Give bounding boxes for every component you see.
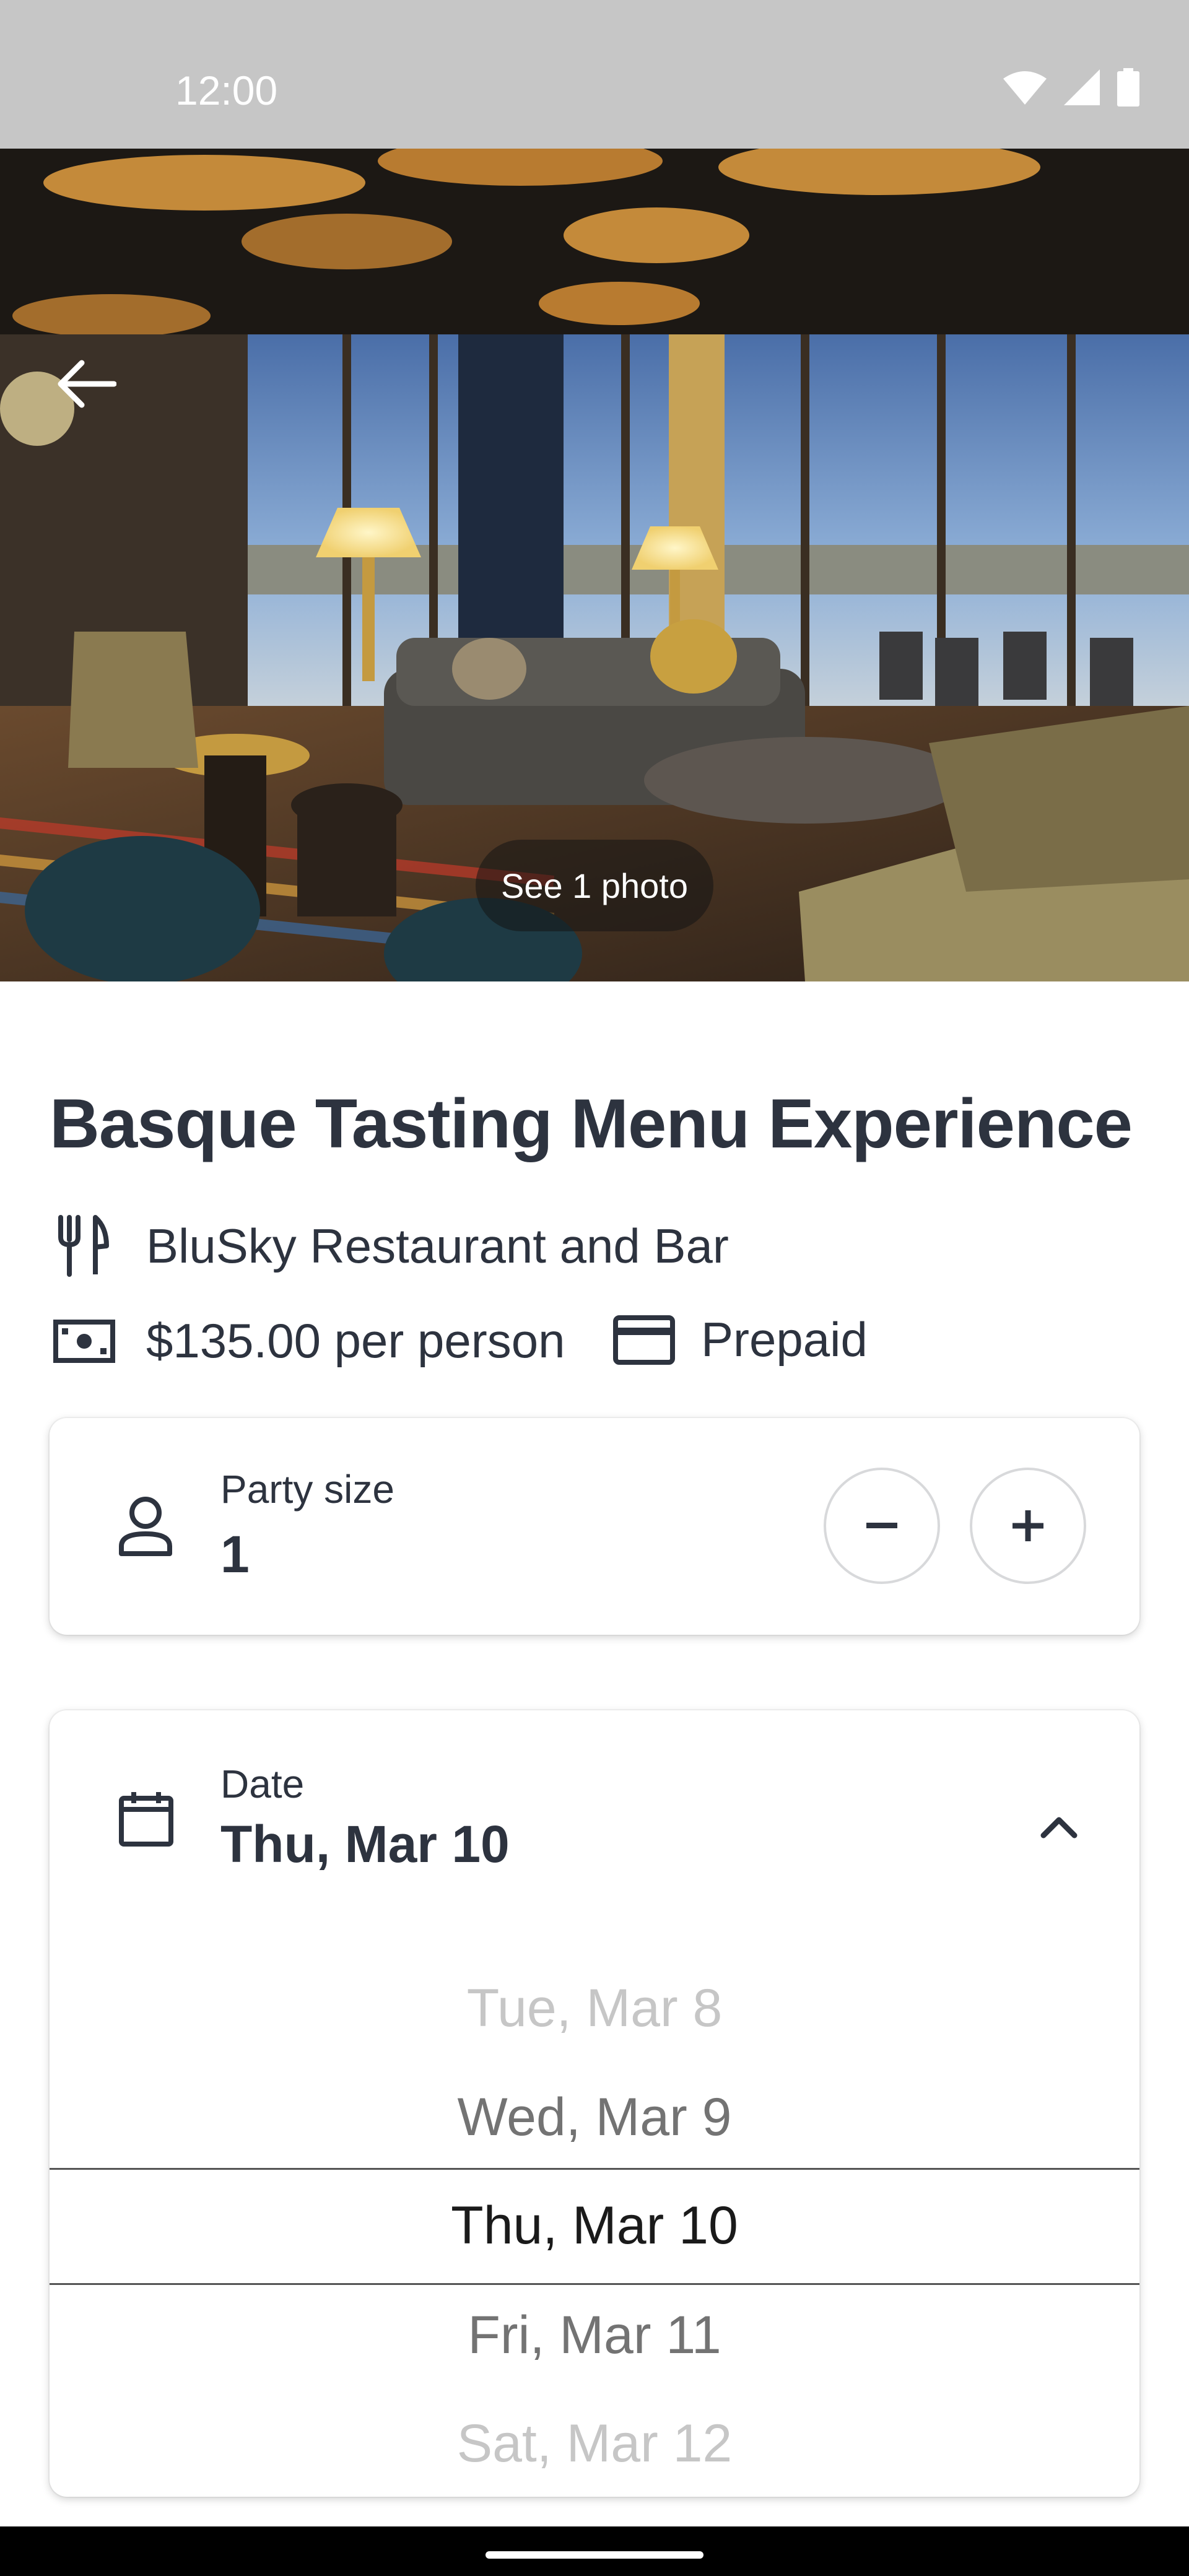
date-option[interactable]: Sat, Mar 12 [50, 2413, 1139, 2474]
price-text: $135.00 per person [146, 1313, 565, 1368]
restaurant-name: BluSky Restaurant and Bar [146, 1218, 729, 1273]
picker-divider-top [50, 2168, 1139, 2170]
party-size-card: Party size 1 [50, 1418, 1139, 1635]
fork-knife-icon [58, 1215, 109, 1277]
date-option[interactable]: Wed, Mar 9 [50, 2087, 1139, 2148]
status-bar: 12:00 [0, 0, 1189, 149]
back-button[interactable] [50, 347, 124, 421]
increase-party-button[interactable] [970, 1468, 1086, 1584]
date-card: Date Thu, Mar 10 Tue, Mar 8 Wed, Mar 9 T… [50, 1710, 1139, 2497]
payment-row: Prepaid [613, 1312, 868, 1368]
arrow-left-icon [58, 360, 116, 408]
picker-divider-bottom [50, 2283, 1139, 2285]
collapse-date-button[interactable] [1028, 1796, 1090, 1858]
decrease-party-button[interactable] [824, 1468, 940, 1584]
restaurant-row: BluSky Restaurant and Bar [56, 1215, 729, 1277]
date-option-selected[interactable]: Thu, Mar 10 [50, 2195, 1139, 2256]
cash-icon [53, 1319, 115, 1363]
date-value: Thu, Mar 10 [220, 1815, 510, 1873]
date-label: Date [220, 1762, 305, 1806]
calendar-icon [119, 1792, 173, 1847]
see-photos-label: See 1 photo [500, 866, 689, 905]
wifi-icon [1003, 71, 1047, 105]
home-gesture-handle[interactable] [486, 2551, 703, 2559]
date-option[interactable]: Fri, Mar 11 [50, 2305, 1139, 2366]
chevron-up-icon [1040, 1817, 1078, 1838]
party-size-label: Party size [220, 1467, 394, 1512]
status-time: 12:00 [175, 67, 278, 113]
party-size-value: 1 [220, 1525, 250, 1583]
plus-icon [1013, 1510, 1043, 1541]
payment-text: Prepaid [701, 1312, 868, 1367]
date-option[interactable]: Tue, Mar 8 [50, 1978, 1139, 2039]
price-row: $135.00 per person [53, 1313, 565, 1369]
see-photos-button[interactable]: See 1 photo [476, 840, 713, 931]
person-icon [119, 1497, 172, 1556]
cell-signal-icon [1064, 69, 1100, 105]
experience-title: Basque Tasting Menu Experience [50, 1085, 1133, 1162]
battery-icon [1117, 68, 1139, 107]
credit-card-icon [613, 1315, 675, 1365]
minus-icon [866, 1523, 897, 1528]
